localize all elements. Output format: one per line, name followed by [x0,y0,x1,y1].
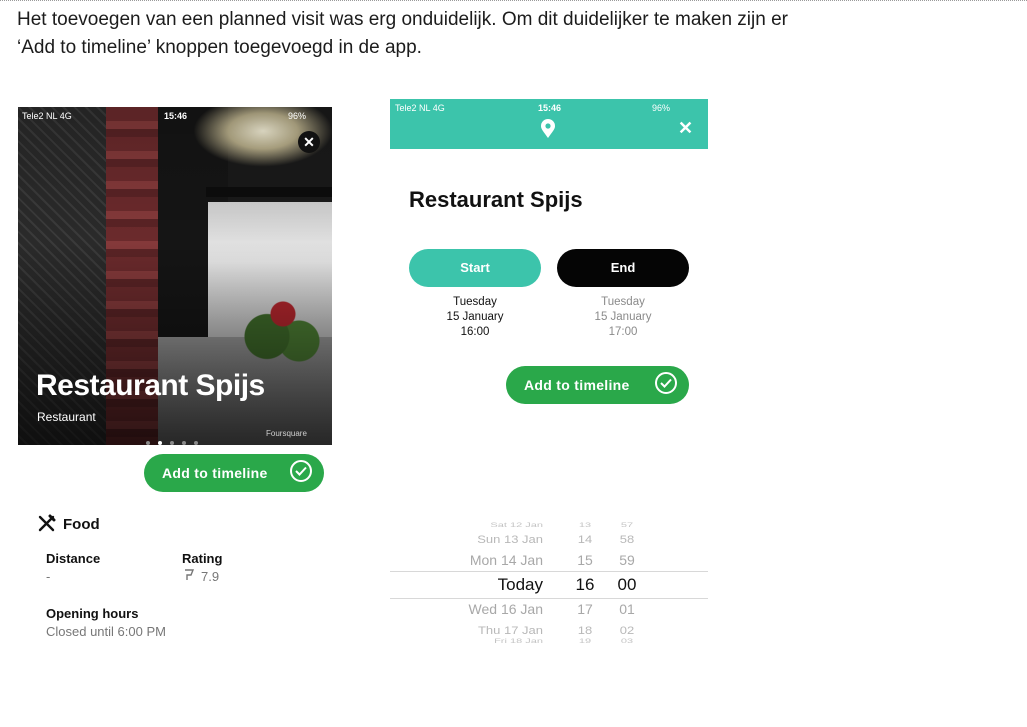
opening-hours-value: Closed until 6:00 PM [46,624,166,639]
picker-date: Sat 12 Jan [490,521,543,529]
category-label: Food [63,516,100,533]
close-icon: ✕ [303,134,315,150]
carrier-label: Tele2 NL 4G [395,103,445,113]
rating-label: Rating [182,551,223,566]
foursquare-rating-icon [185,569,194,580]
picker-minute: 59 [619,552,635,568]
end-datetime[interactable]: Tuesday 15 January 17:00 [557,295,689,340]
picker-hour: 15 [577,552,593,568]
photo-source: Foursquare [266,429,307,438]
picker-date: Fri 18 Jan [494,638,543,645]
status-time: 15:46 [164,111,188,121]
carousel-dot-active[interactable] [158,441,162,445]
intro-line-1: Het toevoegen van een planned visit was … [17,9,788,30]
picker-hour: 14 [577,532,593,546]
add-to-timeline-label: Add to timeline [524,377,630,393]
start-datetime[interactable]: Tuesday 15 January 16:00 [409,295,541,340]
distance-label: Distance [46,551,101,566]
close-button[interactable]: ✕ [298,131,320,153]
end-time: 17:00 [608,326,638,338]
start-time: 16:00 [460,326,490,338]
picker-date: Wed 16 Jan [468,601,543,617]
picker-hour: 18 [577,623,593,637]
picker-row[interactable]: Mon 14 Jan 15 59 [390,552,708,574]
picker-row[interactable]: Sun 13 Jan 14 58 [390,533,708,552]
start-day: Tuesday [453,296,497,308]
add-to-timeline-button[interactable]: Add to timeline [506,366,689,404]
picker-row[interactable]: Fri 18 Jan 19 03 [390,638,708,650]
picker-minute: 03 [620,638,634,645]
picker-minute: 58 [619,532,635,546]
picker-minute: 01 [619,601,635,617]
dotted-separator [0,0,1027,1]
picker-minute: 00 [617,575,637,594]
battery-label: 96% [652,103,671,113]
start-date: 15 January [446,311,504,323]
picker-row[interactable]: Wed 16 Jan 17 01 [390,601,708,623]
venue-category: Restaurant [37,410,96,424]
picker-hour: 16 [575,575,595,594]
carrier-label: Tele2 NL 4G [22,111,72,121]
picker-date: Today [497,575,543,594]
carousel-dot[interactable] [170,441,174,445]
status-time: 15:46 [538,103,562,113]
end-day: Tuesday [601,296,645,308]
date-time-picker[interactable]: Sat 12 Jan 13 57 Sun 13 Jan 14 58 Mon 14… [390,510,708,652]
picker-date: Sun 13 Jan [477,532,543,546]
intro-line-2: ‘Add to timeline’ knoppen toegevoegd in … [17,37,422,58]
picker-date: Thu 17 Jan [477,623,543,637]
top-bar: Tele2 NL 4G 15:46 96% ✕ [390,99,708,149]
battery-label: 96% [288,111,307,121]
opening-hours-label: Opening hours [46,606,139,621]
add-to-timeline-button[interactable]: Add to timeline [144,454,324,492]
page-title: Restaurant Spijs [409,187,583,212]
picker-hour: 17 [577,601,593,617]
carousel-dot[interactable] [182,441,186,445]
start-button[interactable]: Start [409,249,541,287]
check-icon [655,372,677,394]
end-button[interactable]: End [557,249,689,287]
rating-value: 7.9 [201,569,220,584]
picker-date: Mon 14 Jan [469,552,543,568]
status-bar: Tele2 NL 4G 15:46 96% [18,107,332,125]
carousel-dot[interactable] [146,441,150,445]
carousel-dot[interactable] [194,441,198,445]
picker-minute: 57 [620,521,634,529]
picker-minute: 02 [619,623,635,637]
add-to-timeline-label: Add to timeline [162,465,268,481]
venue-title: Restaurant Spijs [36,369,265,402]
distance-value: - [46,569,51,584]
intro-text: Het toevoegen van een planned visit was … [17,6,1007,62]
location-pin-icon [541,119,555,138]
fork-knife-icon [38,514,56,532]
close-icon[interactable]: ✕ [678,118,693,139]
end-date: 15 January [594,311,652,323]
carousel-dots[interactable] [146,432,206,445]
check-icon [290,460,312,482]
picker-hour: 13 [578,521,592,529]
picker-row-selected[interactable]: Today 16 00 [390,575,708,597]
picker-hour: 19 [578,638,592,645]
venue-photo: Tele2 NL 4G 15:46 96% ✕ Restaurant Spijs… [18,107,332,445]
